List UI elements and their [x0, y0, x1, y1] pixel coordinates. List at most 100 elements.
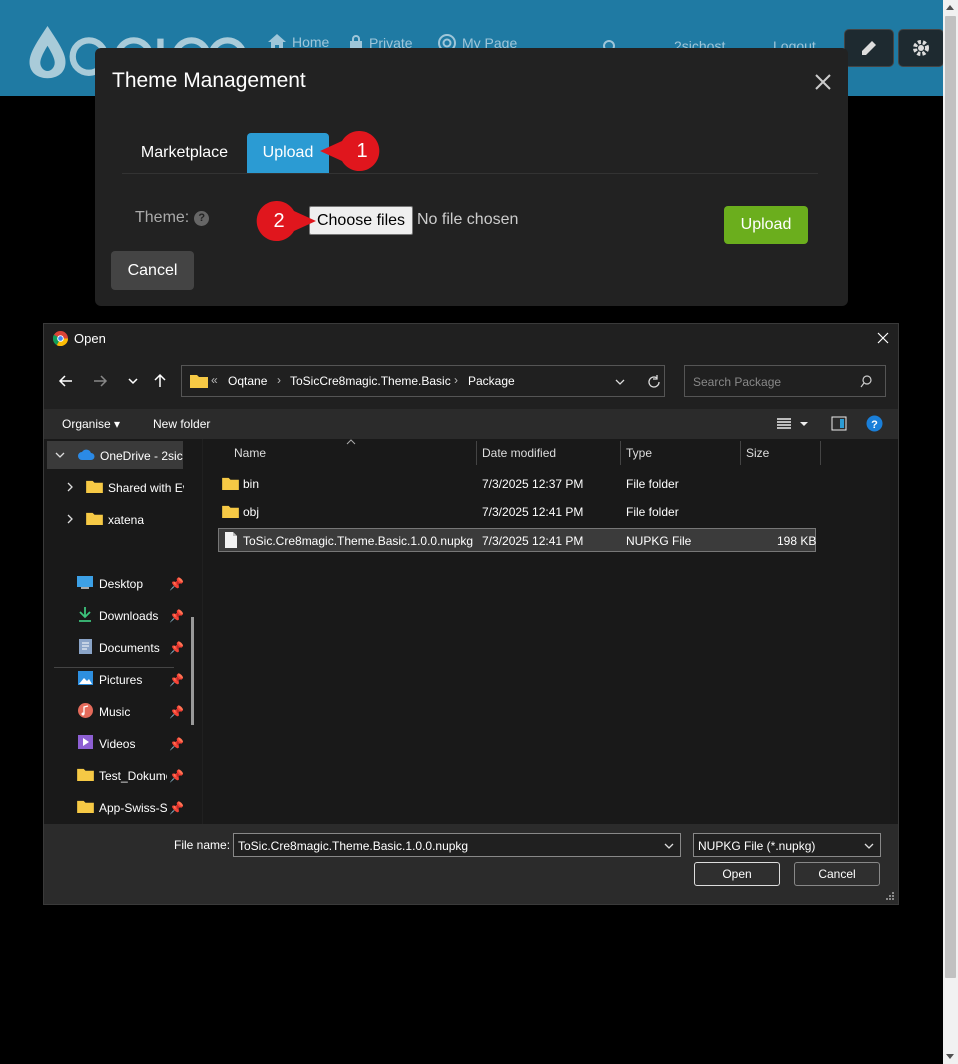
video-icon [78, 735, 93, 749]
file-list-pane [203, 439, 898, 824]
settings-button[interactable] [898, 29, 944, 67]
file-name-value: ToSic.Cre8magic.Theme.Basic.1.0.0.nupkg [238, 839, 469, 853]
sidebar-item-label: OneDrive - 2sic [100, 449, 183, 463]
file-row-nupkg[interactable]: ToSic.Cre8magic.Theme.Basic.1.0.0.nupkg … [218, 528, 816, 552]
dialog-footer: File name: ToSic.Cre8magic.Theme.Basic.1… [44, 824, 898, 904]
column-divider[interactable] [820, 441, 821, 465]
sidebar-item-shared[interactable]: Shared with Ev [44, 473, 196, 501]
no-file-chosen-text: No file chosen [417, 211, 519, 228]
breadcrumb-overflow-icon[interactable]: « [211, 373, 218, 387]
close-icon[interactable] [810, 69, 836, 95]
scroll-thumb[interactable] [945, 16, 956, 978]
refresh-icon[interactable] [647, 375, 661, 389]
download-icon [79, 607, 91, 622]
gear-icon [913, 40, 929, 56]
organise-menu[interactable]: Organise ▾ [62, 417, 120, 431]
pin-icon[interactable]: 📌 [169, 705, 184, 719]
pin-icon[interactable]: 📌 [169, 737, 184, 751]
column-divider[interactable] [476, 441, 477, 465]
file-type: File folder [626, 505, 679, 519]
help-icon[interactable]: ? [194, 210, 210, 226]
folder-icon [222, 477, 239, 490]
open-file-dialog: Open « Oqtane › ToSicCre8magic.Theme.Bas… [43, 323, 899, 905]
file-name-label: File name: [174, 838, 231, 852]
pin-icon[interactable]: 📌 [169, 673, 184, 687]
new-folder-button[interactable]: New folder [153, 417, 210, 431]
open-button[interactable]: Open [694, 862, 780, 886]
cancel-button[interactable]: Cancel [111, 251, 194, 290]
search-input[interactable]: Search Package [684, 365, 886, 397]
breadcrumb-oqtane[interactable]: Oqtane [228, 374, 267, 388]
preview-pane-icon[interactable] [831, 416, 847, 431]
file-type-filter-select[interactable]: NUPKG File (*.nupkg) [693, 833, 881, 857]
forward-arrow-icon[interactable] [91, 372, 109, 390]
sidebar-item-xatena[interactable]: xatena [44, 505, 196, 533]
choose-files-button[interactable]: Choose files [309, 206, 413, 235]
breadcrumb-package[interactable]: Package [468, 374, 515, 388]
column-size[interactable]: Size [746, 446, 769, 460]
scroll-up-arrow-icon[interactable] [946, 5, 954, 10]
page: Home Private My Page 2sichost Logout The… [0, 0, 958, 1064]
close-icon[interactable] [876, 331, 890, 345]
chevron-down-icon[interactable] [664, 841, 674, 851]
file-name: bin [243, 477, 260, 491]
sidebar-item-music[interactable]: Music 📌 [44, 697, 196, 725]
back-arrow-icon[interactable] [57, 372, 75, 390]
pin-icon[interactable]: 📌 [169, 801, 184, 815]
chrome-icon [53, 331, 68, 346]
file-name-input[interactable]: ToSic.Cre8magic.Theme.Basic.1.0.0.nupkg [233, 833, 681, 857]
sidebar-item-test-dokumente[interactable]: Test_Dokume 📌 [44, 761, 196, 789]
pin-icon[interactable]: 📌 [169, 577, 184, 591]
chevron-down-icon[interactable] [864, 841, 874, 851]
column-date-modified[interactable]: Date modified [482, 446, 556, 460]
upload-button[interactable]: Upload [724, 206, 808, 244]
sidebar-item-label: Test_Dokume [99, 769, 167, 783]
up-arrow-icon[interactable] [151, 372, 169, 390]
dialog-title: Open [74, 331, 106, 346]
file-name: obj [243, 505, 260, 519]
pin-icon[interactable]: 📌 [169, 769, 184, 783]
column-divider[interactable] [620, 441, 621, 465]
sidebar-item-label: xatena [108, 513, 145, 527]
column-divider[interactable] [740, 441, 741, 465]
dialog-toolbar: Organise ▾ New folder ? [44, 409, 898, 439]
callout-2: 2 [254, 201, 316, 241]
callout-2-number: 2 [273, 210, 285, 232]
pin-icon[interactable]: 📌 [169, 609, 184, 623]
resize-grip-icon[interactable] [886, 892, 895, 901]
sidebar-item-app-swiss[interactable]: App-Swiss-S 📌 [44, 793, 196, 821]
chevron-down-icon[interactable] [615, 377, 625, 387]
desktop-icon [77, 576, 93, 589]
file-row-bin[interactable]: bin 7/3/2025 12:37 PM File folder [218, 472, 816, 496]
recent-locations-chevron-icon[interactable] [124, 372, 142, 390]
folder-icon [77, 768, 94, 781]
breadcrumb-theme-basic[interactable]: ToSicCre8magic.Theme.Basic [290, 374, 451, 388]
file-date: 7/3/2025 12:37 PM [482, 477, 584, 491]
edit-button[interactable] [844, 29, 894, 67]
cancel-button[interactable]: Cancel [794, 862, 880, 886]
search-icon[interactable] [860, 375, 873, 388]
sidebar-item-documents[interactable]: Documents 📌 [44, 633, 196, 661]
sidebar-item-onedrive[interactable]: OneDrive - 2sic [47, 441, 183, 469]
sidebar-item-pictures[interactable]: Pictures 📌 [44, 665, 196, 693]
sidebar-item-downloads[interactable]: Downloads 📌 [44, 601, 196, 629]
page-scrollbar[interactable] [943, 0, 958, 1064]
sidebar-item-desktop[interactable]: Desktop 📌 [44, 569, 196, 597]
scroll-down-arrow-icon[interactable] [946, 1054, 954, 1059]
breadcrumb-separator-icon: › [454, 373, 458, 387]
tab-marketplace[interactable]: Marketplace [127, 133, 242, 173]
help-icon[interactable]: ? [866, 415, 883, 432]
column-name[interactable]: Name [234, 446, 266, 460]
folder-icon [222, 505, 239, 518]
address-bar[interactable]: « Oqtane › ToSicCre8magic.Theme.Basic › … [181, 365, 665, 397]
callout-1-number: 1 [356, 140, 368, 162]
cloud-icon [78, 449, 95, 460]
column-type[interactable]: Type [626, 446, 652, 460]
tab-upload[interactable]: Upload [247, 133, 329, 173]
sidebar-item-label: Documents [99, 641, 160, 655]
view-options-icon[interactable] [776, 417, 810, 431]
navigation-pane: OneDrive - 2sic Shared with Ev xatena De… [44, 439, 202, 824]
file-row-obj[interactable]: obj 7/3/2025 12:41 PM File folder [218, 500, 816, 524]
pin-icon[interactable]: 📌 [169, 641, 184, 655]
sidebar-item-videos[interactable]: Videos 📌 [44, 729, 196, 757]
